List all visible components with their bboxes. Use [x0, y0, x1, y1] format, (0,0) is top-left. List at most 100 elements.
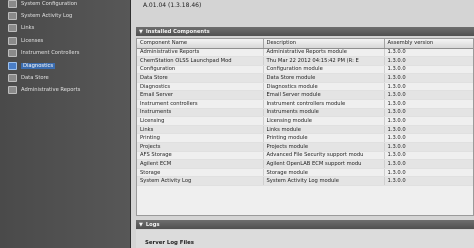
reports-icon: [8, 86, 17, 94]
table-row[interactable]: Instruments Instruments module 1.3.0.0: [137, 108, 473, 118]
sidebar-item-label: Diagnostics: [21, 63, 56, 69]
cell-assembly-version: 1.3.0.0: [384, 176, 473, 186]
cell-assembly-version: 1.3.0.0: [384, 48, 473, 58]
license-icon: [8, 37, 17, 45]
config-icon: [8, 0, 17, 8]
cell-description: Links module: [263, 125, 385, 135]
cell-assembly-version: 1.3.0.0: [384, 90, 473, 101]
cell-description: Instrument controllers module: [263, 99, 385, 109]
cell-description: Administrative Reports module: [263, 48, 385, 58]
cell-description: Printing module: [263, 133, 385, 144]
table-row[interactable]: Storage Storage module 1.3.0.0: [137, 168, 473, 178]
cell-description: Diagnostics module: [263, 82, 385, 92]
column-header-assembly-version[interactable]: Assembly version: [384, 39, 473, 49]
cell-assembly-version: 1.3.0.0: [384, 116, 473, 126]
table-row[interactable]: Projects Projects module 1.3.0.0: [137, 142, 473, 152]
cell-assembly-version: 1.3.0.0: [384, 65, 473, 75]
sidebar-item-links[interactable]: Links: [8, 23, 129, 33]
cell-component-name: ChemStation OLSS Launchpad Mod: [137, 56, 264, 66]
sidebar-item-licenses[interactable]: Licenses: [8, 36, 129, 46]
table-row[interactable]: Printing Printing module 1.3.0.0: [137, 133, 473, 144]
sidebar-item-administrative-reports[interactable]: Administrative Reports: [8, 85, 129, 95]
cell-assembly-version: 1.3.0.0: [384, 56, 473, 66]
cell-component-name: Data Store: [137, 73, 264, 83]
cell-assembly-version: 1.3.0.0: [384, 151, 473, 161]
table-row[interactable]: Links Links module 1.3.0.0: [137, 125, 473, 135]
cell-assembly-version: 1.3.0.0: [384, 82, 473, 92]
cell-component-name: AFS Storage: [137, 151, 264, 161]
version-label: A.01.04 (1.3.18.46): [143, 2, 202, 9]
column-header-description[interactable]: Description: [263, 39, 385, 49]
instrument-icon: [8, 49, 17, 57]
table-row[interactable]: Licensing Licensing module 1.3.0.0: [137, 116, 473, 126]
datastore-icon: [8, 74, 17, 82]
section-title: Logs: [145, 221, 160, 228]
table-row[interactable]: Email Server Email Server module 1.3.0.0: [137, 90, 473, 101]
sidebar-item-system-configuration[interactable]: System Configuration: [8, 0, 129, 9]
table-row[interactable]: Instrument controllers Instrument control…: [137, 99, 473, 109]
sidebar-item-label: Licenses: [21, 38, 44, 44]
cell-component-name: Projects: [137, 142, 264, 152]
links-icon: [8, 24, 17, 32]
cell-component-name: Printing: [137, 133, 264, 144]
cell-assembly-version: 1.3.0.0: [384, 73, 473, 83]
logs-header[interactable]: ▼ Logs: [136, 220, 474, 229]
cell-assembly-version: 1.3.0.0: [384, 99, 473, 109]
cell-component-name: Agilent ECM: [137, 159, 264, 169]
collapse-icon: ▼: [139, 28, 143, 35]
cell-component-name: Diagnostics: [137, 82, 264, 92]
table-row[interactable]: Data Store Data Store module 1.3.0.0: [137, 73, 473, 83]
cell-component-name: Email Server: [137, 90, 264, 101]
cell-assembly-version: 1.3.0.0: [384, 159, 473, 169]
cell-description: Advanced File Security support modu: [263, 151, 385, 161]
sidebar-item-diagnostics[interactable]: Diagnostics: [8, 61, 129, 71]
installed-components-header[interactable]: ▼ Installed Components: [136, 27, 474, 36]
logs-panel: Server Log Files: [136, 230, 474, 248]
table-row[interactable]: System Activity Log System Activity Log m…: [137, 176, 473, 186]
column-header-component-name[interactable]: Component Name: [137, 39, 264, 49]
cell-description: Email Server module: [263, 90, 385, 101]
sidebar-item-label: Administrative Reports: [21, 87, 81, 93]
cell-component-name: Licensing: [137, 116, 264, 126]
cell-component-name: System Activity Log: [137, 176, 264, 186]
cell-description: Licensing module: [263, 116, 385, 126]
sidebar-item-label: Links: [21, 25, 35, 31]
table-row[interactable]: ChemStation OLSS Launchpad Mod Thu Mar 22…: [137, 56, 473, 66]
sidebar-item-label: Data Store: [21, 75, 49, 81]
diagnostics-icon: [8, 62, 17, 70]
collapse-icon: ▼: [139, 221, 143, 228]
log-icon: [8, 12, 17, 20]
sidebar-item-instrument-controllers[interactable]: Instrument Controllers: [8, 48, 129, 58]
cell-component-name: Instrument controllers: [137, 99, 264, 109]
sidebar-item-label: System Activity Log: [21, 13, 73, 19]
table-row[interactable]: Administrative Reports Administrative Rep…: [137, 48, 473, 58]
cell-description: System Activity Log module: [263, 176, 385, 186]
sidebar: System Configuration System Activity Log…: [0, 0, 131, 248]
cell-description: Thu Mar 22 2012 04:15:42 PM (R: E: [263, 56, 385, 66]
cell-description: Agilent OpenLAB ECM support modu: [263, 159, 385, 169]
cell-description: Data Store module: [263, 73, 385, 83]
table-row[interactable]: AFS Storage Advanced File Security suppor…: [137, 151, 473, 161]
sidebar-item-system-activity-log[interactable]: System Activity Log: [8, 11, 129, 21]
section-title: Installed Components: [145, 28, 210, 35]
cell-component-name: Administrative Reports: [137, 48, 264, 58]
sidebar-item-label: System Configuration: [21, 1, 78, 7]
sidebar-item-label: Instrument Controllers: [21, 50, 80, 56]
cell-component-name: Links: [137, 125, 264, 135]
cell-assembly-version: 1.3.0.0: [384, 133, 473, 144]
cell-assembly-version: 1.3.0.0: [384, 168, 473, 178]
table-header-row: Component Name Description Assembly vers…: [137, 39, 473, 49]
cell-component-name: Configuration: [137, 65, 264, 75]
window: System Configuration System Activity Log…: [0, 0, 474, 248]
cell-description: Configuration module: [263, 65, 385, 75]
table-row[interactable]: Configuration Configuration module 1.3.0.0: [137, 65, 473, 75]
sidebar-item-data-store[interactable]: Data Store: [8, 73, 129, 83]
table-row[interactable]: Agilent ECM Agilent OpenLAB ECM support m…: [137, 159, 473, 169]
server-log-files-label: Server Log Files: [145, 240, 195, 246]
cell-description: Projects module: [263, 142, 385, 152]
cell-assembly-version: 1.3.0.0: [384, 108, 473, 118]
table-row[interactable]: Diagnostics Diagnostics module 1.3.0.0: [137, 82, 473, 92]
cell-assembly-version: 1.3.0.0: [384, 125, 473, 135]
cell-description: Instruments module: [263, 108, 385, 118]
cell-component-name: Storage: [137, 168, 264, 178]
